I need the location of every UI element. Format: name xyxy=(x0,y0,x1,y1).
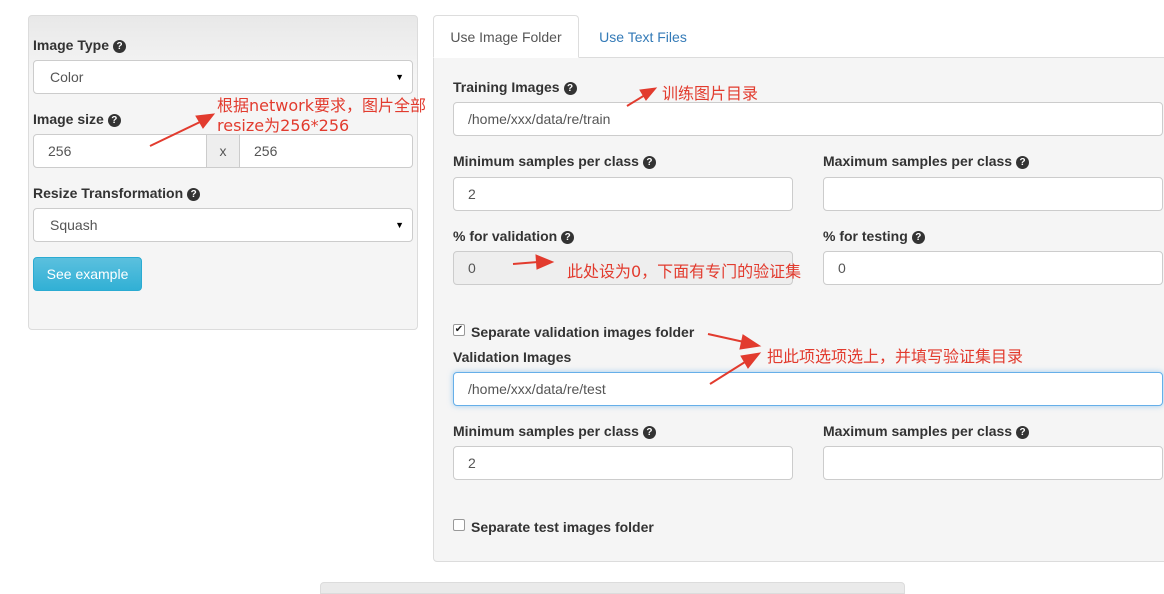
arrow-separate-checkbox xyxy=(707,333,745,343)
annotation-resize-note-line2: resize为256*256 xyxy=(217,116,350,135)
arrow-head xyxy=(639,87,658,101)
arrow-head xyxy=(195,113,216,129)
arrow-head xyxy=(740,352,762,369)
arrow-head xyxy=(535,254,555,270)
tab-label: Use Image Folder xyxy=(450,28,562,45)
annotation-train-dir: 训练图片目录 xyxy=(662,84,759,103)
tab-use-image-folder[interactable]: Use Image Folder xyxy=(433,15,579,58)
annotation-arrows xyxy=(149,87,762,385)
annotation-separate-note: 把此项选项选上，并填写验证集目录 xyxy=(767,347,1024,366)
arrow-train-dir xyxy=(626,94,646,107)
annotation-validation-note: 此处设为0，下面有专门的验证集 xyxy=(567,262,802,281)
arrow-head xyxy=(739,334,762,350)
arrow-resize-note xyxy=(149,121,201,147)
arrow-validation-dir xyxy=(709,361,746,385)
arrow-validation xyxy=(512,261,539,265)
